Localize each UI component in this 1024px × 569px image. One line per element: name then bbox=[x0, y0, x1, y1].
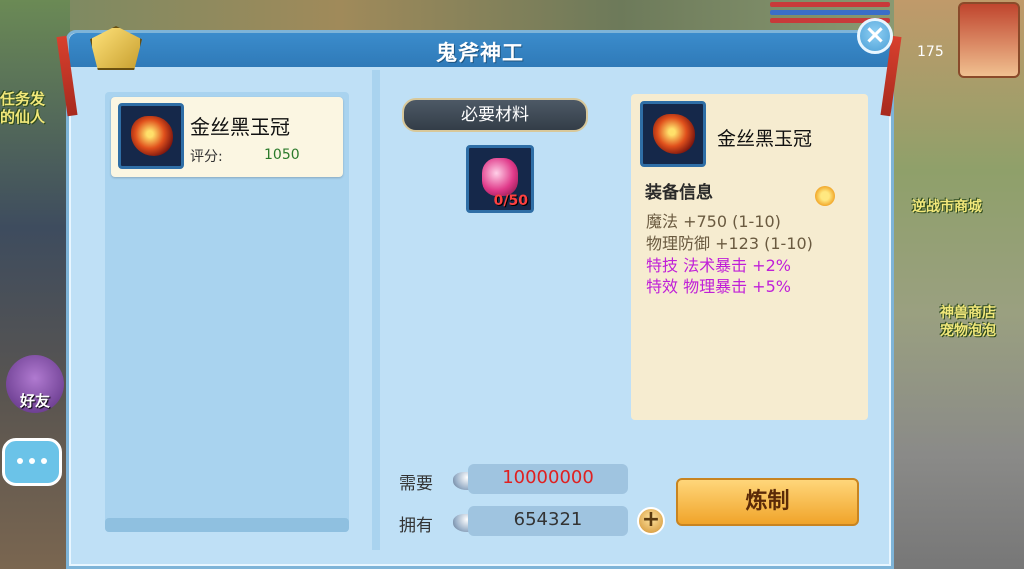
stat-line: 魔法 +750 (1-10) bbox=[646, 212, 781, 231]
have-label: 拥有 bbox=[399, 516, 433, 536]
side-text-shop[interactable]: 神兽商店 bbox=[940, 302, 996, 322]
panel-divider bbox=[372, 70, 380, 550]
dialog-title: 鬼斧神工 bbox=[436, 41, 524, 65]
title-bar: 鬼斧神工 bbox=[69, 33, 891, 67]
materials-banner: 必要材料 bbox=[402, 98, 588, 132]
crown-icon bbox=[640, 101, 706, 167]
stat-line: 物理防御 +123 (1-10) bbox=[646, 234, 813, 253]
close-button[interactable]: × bbox=[857, 18, 893, 54]
pink-stone-icon bbox=[482, 158, 518, 196]
add-currency-button[interactable]: + bbox=[637, 507, 665, 535]
material-slot[interactable]: 0/50 bbox=[466, 145, 534, 213]
stat-line: 特效 物理暴击 +5% bbox=[646, 277, 791, 296]
player-level: 175 bbox=[917, 44, 944, 60]
friend-button[interactable]: 好友 bbox=[6, 355, 64, 413]
item-score-label: 评分: bbox=[190, 149, 223, 165]
equipment-info-title: 装备信息 bbox=[645, 183, 713, 203]
player-avatar[interactable] bbox=[958, 2, 1020, 78]
coin-icon bbox=[815, 186, 835, 206]
info-item-name: 金丝黑玉冠 bbox=[717, 128, 813, 150]
need-value: 10000000 bbox=[502, 467, 594, 488]
item-score-value: 1050 bbox=[264, 147, 300, 163]
have-value-box: 654321 bbox=[468, 506, 628, 536]
side-text-npc[interactable]: 的仙人 bbox=[0, 106, 45, 127]
game-scene-right bbox=[894, 0, 1024, 569]
chat-button[interactable] bbox=[2, 438, 62, 486]
friend-label: 好友 bbox=[19, 392, 50, 410]
material-count: 0/50 bbox=[493, 193, 528, 209]
item-list-scrollbar[interactable] bbox=[105, 518, 349, 532]
have-value: 654321 bbox=[513, 509, 583, 530]
side-text-mall[interactable]: 逆战市商城 bbox=[912, 196, 982, 216]
side-text-pet[interactable]: 宠物泡泡 bbox=[940, 320, 996, 340]
need-label: 需要 bbox=[399, 474, 433, 494]
crown-icon bbox=[118, 103, 184, 169]
item-entry-name: 金丝黑玉冠 bbox=[190, 115, 290, 139]
need-value-box: 10000000 bbox=[468, 464, 628, 494]
forge-button[interactable]: 炼制 bbox=[676, 478, 859, 526]
